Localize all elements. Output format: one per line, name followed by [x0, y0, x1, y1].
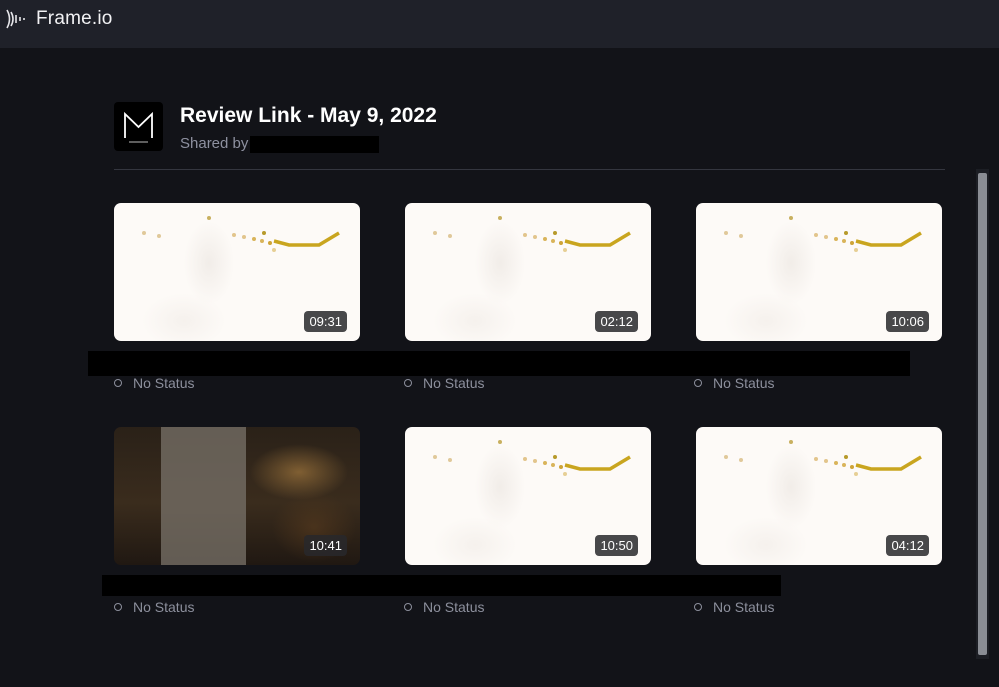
light-strip [855, 455, 922, 471]
light-dot [448, 234, 452, 238]
light-strip [564, 455, 631, 471]
light-dot [724, 455, 728, 459]
blurred-figure [161, 427, 246, 565]
light-dot [559, 465, 563, 469]
light-strip [564, 231, 631, 247]
redacted-name [250, 136, 379, 153]
redacted-filenames [88, 351, 910, 376]
asset-card[interactable]: 10:50 [405, 427, 651, 565]
light-dot [844, 455, 848, 459]
light-dot [850, 465, 854, 469]
light-dot [842, 239, 846, 243]
light-dot [448, 458, 452, 462]
team-logo-icon [124, 111, 153, 143]
status-label[interactable]: No Status [404, 599, 484, 617]
asset-card[interactable]: 10:41 [114, 427, 360, 565]
light-strip [273, 231, 340, 247]
light-dot [854, 248, 858, 252]
light-dot [824, 235, 828, 239]
light-dot [824, 459, 828, 463]
light-dot [207, 216, 211, 220]
light-dot [789, 440, 793, 444]
light-dot [814, 233, 818, 237]
asset-card[interactable]: 02:12 [405, 203, 651, 341]
status-label[interactable]: No Status [694, 375, 774, 393]
status-label[interactable]: No Status [404, 375, 484, 393]
duration-badge: 09:31 [304, 311, 347, 332]
status-circle-icon [694, 603, 702, 611]
light-dot [834, 237, 838, 241]
light-dot [844, 231, 848, 235]
header-divider [114, 169, 945, 170]
page-title: Review Link - May 9, 2022 [180, 104, 437, 127]
asset-card[interactable]: 10:06 [696, 203, 942, 341]
light-dot [553, 231, 557, 235]
light-dot [563, 472, 567, 476]
light-dot [433, 455, 437, 459]
status-circle-icon [404, 379, 412, 387]
light-dot [850, 241, 854, 245]
duration-badge: 04:12 [886, 535, 929, 556]
scrollbar[interactable] [976, 169, 989, 659]
status-circle-icon [114, 379, 122, 387]
light-dot [232, 233, 236, 237]
light-dot [834, 461, 838, 465]
asset-card[interactable]: 04:12 [696, 427, 942, 565]
duration-badge: 02:12 [595, 311, 638, 332]
light-dot [739, 458, 743, 462]
light-dot [789, 216, 793, 220]
light-dot [523, 233, 527, 237]
light-dot [498, 216, 502, 220]
light-dot [553, 455, 557, 459]
status-circle-icon [694, 379, 702, 387]
status-label[interactable]: No Status [694, 599, 774, 617]
light-dot [523, 457, 527, 461]
light-dot [739, 234, 743, 238]
light-dot [543, 461, 547, 465]
app-name[interactable]: Frame.io [36, 8, 113, 30]
top-bar: Frame.io [0, 0, 999, 48]
status-circle-icon [114, 603, 122, 611]
duration-badge: 10:41 [304, 535, 347, 556]
scrollbar-thumb[interactable] [978, 173, 987, 655]
light-dot [533, 235, 537, 239]
light-dot [814, 457, 818, 461]
light-dot [260, 239, 264, 243]
shared-by-label: Shared by [180, 135, 249, 152]
duration-badge: 10:50 [595, 535, 638, 556]
light-dot [498, 440, 502, 444]
light-dot [842, 463, 846, 467]
asset-card[interactable]: 09:31 [114, 203, 360, 341]
light-dot [142, 231, 146, 235]
status-label[interactable]: No Status [114, 375, 194, 393]
light-dot [724, 231, 728, 235]
light-dot [543, 237, 547, 241]
light-dot [262, 231, 266, 235]
frameio-logo-icon[interactable] [5, 8, 29, 30]
light-dot [272, 248, 276, 252]
light-dot [854, 472, 858, 476]
light-dot [252, 237, 256, 241]
light-dot [242, 235, 246, 239]
redacted-filenames [102, 575, 781, 596]
light-dot [433, 231, 437, 235]
light-dot [533, 459, 537, 463]
team-avatar [114, 102, 163, 151]
light-dot [551, 239, 555, 243]
light-dot [559, 241, 563, 245]
light-dot [563, 248, 567, 252]
light-dot [268, 241, 272, 245]
light-strip [855, 231, 922, 247]
status-label[interactable]: No Status [114, 599, 194, 617]
status-circle-icon [404, 603, 412, 611]
duration-badge: 10:06 [886, 311, 929, 332]
light-dot [157, 234, 161, 238]
light-dot [551, 463, 555, 467]
